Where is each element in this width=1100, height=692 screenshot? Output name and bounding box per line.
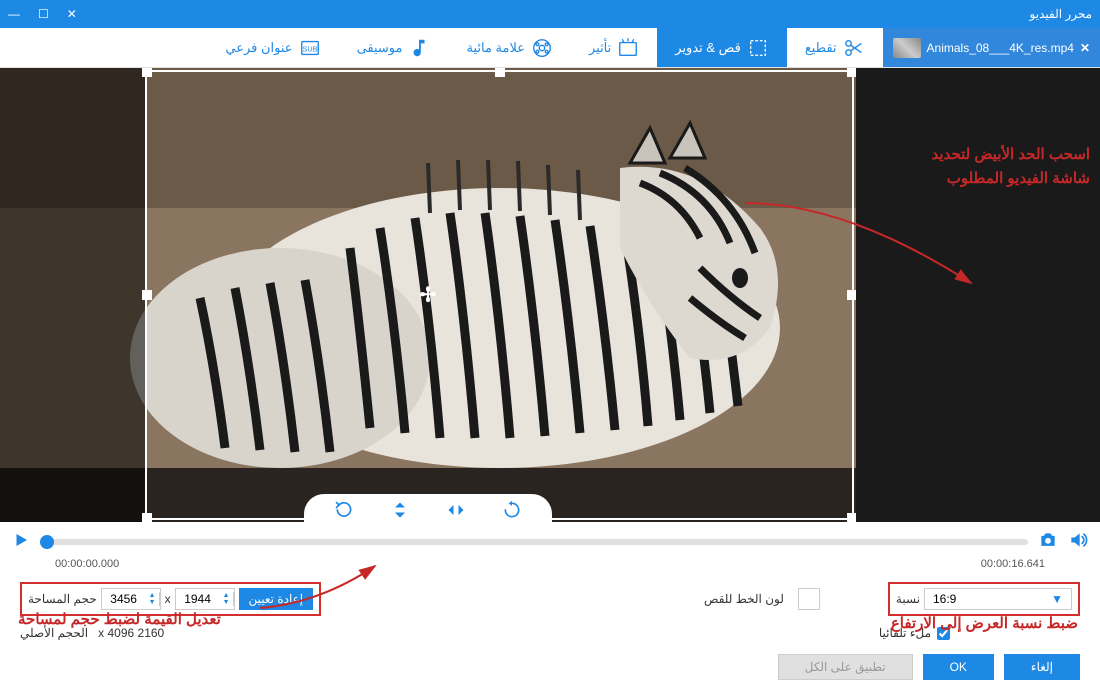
file-name: Animals_08___4K_res.mp4 <box>927 41 1074 55</box>
tab-subtitle[interactable]: SUB عنوان فرعي <box>207 28 338 67</box>
crop-icon <box>747 37 769 59</box>
file-tab[interactable]: Animals_08___4K_res.mp4 ✕ <box>883 28 1100 67</box>
reset-rotation-button[interactable] <box>334 500 354 520</box>
timeline-track[interactable] <box>40 539 1028 545</box>
height-field[interactable] <box>102 589 146 609</box>
minimize-button[interactable]: — <box>8 7 20 21</box>
time-current: 00:00:00.000 <box>55 558 119 570</box>
crop-handle-tr[interactable] <box>847 68 856 77</box>
effect-icon <box>617 37 639 59</box>
tab-cut[interactable]: تقطيع <box>787 28 883 67</box>
watermark-icon <box>531 37 553 59</box>
tab-label: تأثير <box>589 40 611 56</box>
play-button[interactable] <box>12 531 30 554</box>
annotation-drag-border: اسحب الحد الأبيض لتحديد شاشة الفيديو الم… <box>932 143 1090 191</box>
tab-label: تقطيع <box>805 40 837 56</box>
width-spinner[interactable]: ▲▼ <box>220 592 234 606</box>
toolbar: Animals_08___4K_res.mp4 ✕ تقطيع قص & تدو… <box>0 28 1100 68</box>
crop-handle-l[interactable] <box>142 290 152 300</box>
window-title: محرر الفيديو <box>1030 7 1092 21</box>
cancel-button[interactable]: إلغاء <box>1004 654 1080 680</box>
timeline-thumb[interactable] <box>40 535 54 549</box>
toolbar-tabs: تقطيع قص & تدوير تأثير علامة مائية موسيق… <box>0 28 883 67</box>
subtitle-icon: SUB <box>299 37 321 59</box>
window-controls: — ☐ ✕ <box>8 7 77 21</box>
main-area: اسحب الحد الأبيض لتحديد شاشة الفيديو الم… <box>0 68 1100 522</box>
flip-vertical-button[interactable] <box>390 500 410 520</box>
original-size-label: الحجم الأصلي <box>20 626 88 640</box>
height-spinner[interactable]: ▲▼ <box>146 592 160 606</box>
tab-crop-rotate[interactable]: قص & تدوير <box>657 28 787 67</box>
tab-effect[interactable]: تأثير <box>571 28 657 67</box>
tab-label: علامة مائية <box>466 40 525 56</box>
crop-handle-br[interactable] <box>847 513 856 522</box>
maximize-button[interactable]: ☐ <box>38 7 49 21</box>
timeline-times: 00:00:00.000 00:00:16.641 <box>0 558 1100 570</box>
volume-button[interactable] <box>1068 530 1088 555</box>
tab-watermark[interactable]: علامة مائية <box>448 28 571 67</box>
ratio-label: نسبة <box>896 592 920 606</box>
reset-button[interactable]: إعادة تعيين <box>239 588 314 610</box>
crop-frame[interactable] <box>145 70 854 520</box>
area-label: حجم المساحة <box>28 592 97 606</box>
scissors-icon <box>843 37 865 59</box>
timeline <box>0 522 1100 562</box>
width-input[interactable]: ▲▼ <box>175 588 235 610</box>
video-preview[interactable]: ✢ <box>0 68 856 522</box>
crop-center-cross: ✢ <box>420 283 437 308</box>
ratio-value: 16:9 <box>933 592 956 606</box>
width-field[interactable] <box>176 589 220 609</box>
titlebar: محرر الفيديو — ☐ ✕ <box>0 0 1100 28</box>
crop-handle-tl[interactable] <box>142 68 152 77</box>
chevron-down-icon: ▼ <box>1051 592 1063 606</box>
snapshot-button[interactable] <box>1038 530 1058 555</box>
tab-label: عنوان فرعي <box>225 40 292 56</box>
original-size-value: 2160 x 4096 <box>98 626 164 640</box>
flip-horizontal-button[interactable] <box>446 500 466 520</box>
crop-handle-t[interactable] <box>495 68 505 77</box>
crop-line-color-label: لون الخط للقص <box>704 592 784 606</box>
tab-label: موسيقى <box>357 40 403 56</box>
tab-label: قص & تدوير <box>675 40 741 56</box>
svg-text:SUB: SUB <box>302 44 317 53</box>
x-separator: x <box>165 592 171 606</box>
sidebar: اسحب الحد الأبيض لتحديد شاشة الفيديو الم… <box>856 68 1100 522</box>
close-button[interactable]: ✕ <box>67 7 77 21</box>
tab-music[interactable]: موسيقى <box>339 28 449 67</box>
music-icon <box>408 37 430 59</box>
file-thumbnail <box>893 38 921 58</box>
crop-line-color-swatch[interactable] <box>798 588 820 610</box>
height-input[interactable]: ▲▼ <box>101 588 161 610</box>
ok-button[interactable]: OK <box>923 654 994 680</box>
crop-handle-r[interactable] <box>847 290 856 300</box>
aspect-ratio-select[interactable]: 16:9 ▼ <box>924 588 1072 610</box>
rotate-cw-button[interactable] <box>502 500 522 520</box>
crop-handle-bl[interactable] <box>142 513 152 522</box>
annotation-adjust-value: تعديل القيمة لضبط حجم لمساحة <box>18 610 221 628</box>
apply-all-button[interactable]: تطبيق على الكل <box>778 654 913 680</box>
ratio-group-highlight: 16:9 ▼ نسبة <box>888 582 1080 616</box>
preview-panel: ✢ <box>0 68 856 522</box>
settings-panel: 16:9 ▼ نسبة لون الخط للقص إعادة تعيين ▲▼… <box>0 570 1100 648</box>
footer: إلغاء OK تطبيق على الكل <box>0 648 1100 692</box>
rotate-controls <box>304 494 552 522</box>
time-total: 00:00:16.641 <box>981 558 1045 570</box>
annotation-set-ratio: ضبط نسبة العرض إلى الارتفاع <box>891 614 1078 632</box>
file-close-button[interactable]: ✕ <box>1080 41 1090 55</box>
crop-dimmed-area <box>0 68 145 522</box>
